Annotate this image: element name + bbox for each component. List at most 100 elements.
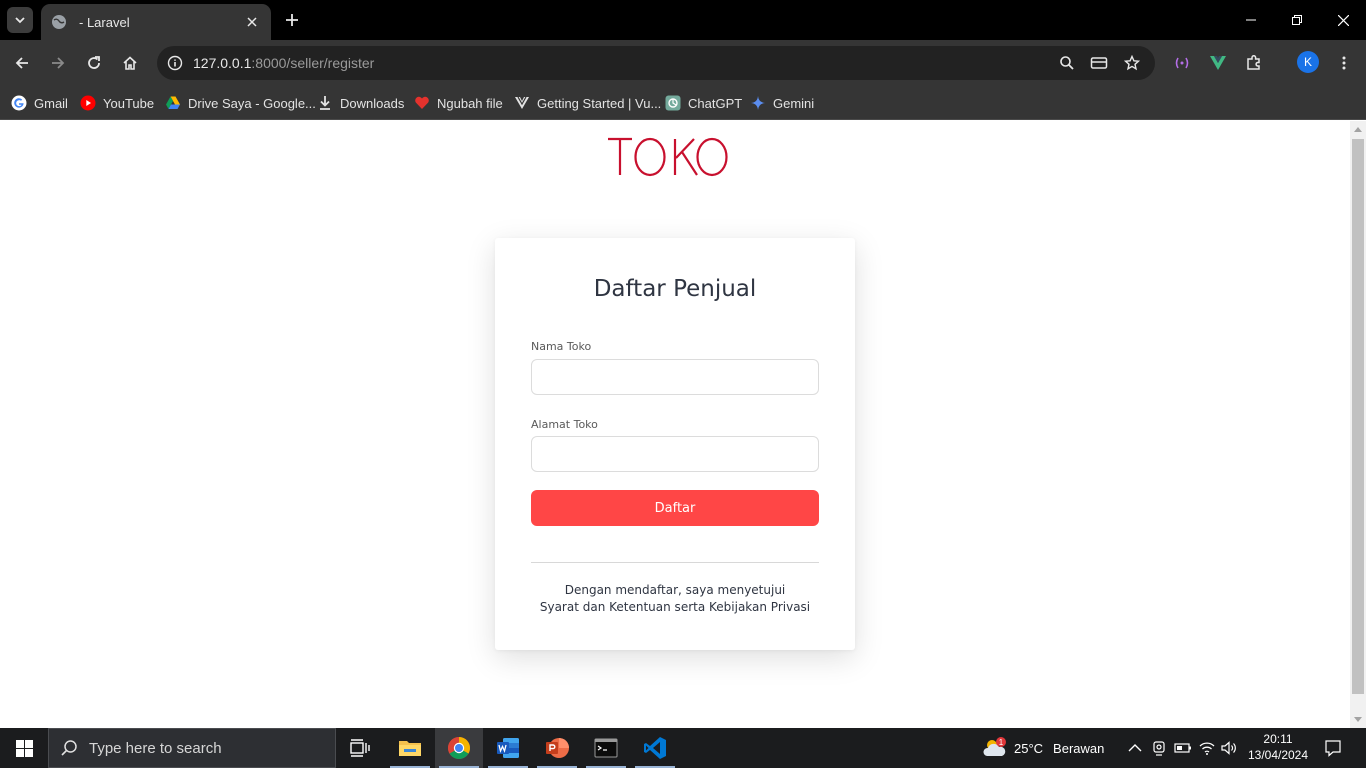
taskbar-search-box[interactable]: Type here to search xyxy=(48,728,336,768)
vue-devtools-icon[interactable] xyxy=(1204,49,1232,77)
site-info-icon[interactable] xyxy=(163,51,187,75)
bookmark-youtube[interactable]: YouTube xyxy=(80,92,154,114)
weather-cloud-icon[interactable]: 1 xyxy=(982,735,1008,761)
form-title: Daftar Penjual xyxy=(593,276,757,302)
youtube-icon xyxy=(80,95,96,111)
page-scrollbar[interactable] xyxy=(1350,121,1366,728)
taskbar-chrome[interactable] xyxy=(435,728,483,768)
taskbar-powerpoint[interactable] xyxy=(533,728,581,768)
taskbar-word[interactable] xyxy=(484,728,532,768)
url-host: 127.0.0.1 xyxy=(193,55,252,71)
arrow-left-icon xyxy=(15,57,28,69)
volume-icon[interactable] xyxy=(1219,738,1239,758)
powerpoint-icon xyxy=(546,738,569,758)
tab-strip: - Laravel xyxy=(0,0,1366,40)
google-drive-icon xyxy=(165,95,181,111)
toko-logo[interactable] xyxy=(605,131,730,181)
clock-time: 20:11 xyxy=(1263,732,1293,746)
extensions-puzzle-icon[interactable] xyxy=(1240,49,1268,77)
terminal-icon xyxy=(594,738,618,758)
windows-taskbar: Type here to search 1 25°C Berawan 20:11… xyxy=(0,728,1366,768)
bookmark-gmail[interactable]: Gmail xyxy=(11,92,68,114)
bookmark-star-icon[interactable] xyxy=(1120,51,1144,75)
browser-toolbar: 127.0.0.1:8000/seller/register K xyxy=(0,40,1366,86)
chevron-up-icon[interactable] xyxy=(1125,738,1145,758)
url-path: :8000/seller/register xyxy=(251,55,375,71)
daftar-button[interactable]: Daftar xyxy=(531,490,819,526)
gemini-icon xyxy=(750,95,766,111)
reload-icon xyxy=(88,56,100,69)
battery-icon[interactable] xyxy=(1173,738,1193,758)
tab-title: - Laravel xyxy=(79,14,130,30)
tab-search-button[interactable] xyxy=(7,7,33,33)
taskbar-file-explorer[interactable] xyxy=(386,728,434,768)
meet-now-icon[interactable] xyxy=(1149,738,1169,758)
scroll-down-arrow[interactable] xyxy=(1354,717,1362,722)
card-icon[interactable] xyxy=(1087,51,1111,75)
chatgpt-icon xyxy=(665,95,681,111)
home-button[interactable] xyxy=(116,49,144,77)
terms-link[interactable]: Syarat dan Ketentuan serta Kebijakan Pri… xyxy=(495,600,855,614)
page-viewport: Daftar Penjual Nama Toko Alamat Toko Daf… xyxy=(0,121,1350,728)
new-tab-button[interactable] xyxy=(281,9,303,31)
vuetify-icon xyxy=(514,95,530,111)
bookmark-chatgpt[interactable]: ChatGPT xyxy=(665,92,742,114)
bookmark-label: ChatGPT xyxy=(688,95,743,111)
bookmark-label: Downloads xyxy=(340,95,405,111)
plus-icon xyxy=(286,14,298,26)
back-button[interactable] xyxy=(8,49,36,77)
close-tab-icon[interactable] xyxy=(243,13,261,31)
minimize-button[interactable] xyxy=(1228,0,1274,40)
weather-widget[interactable]: 25°C Berawan xyxy=(1014,728,1104,768)
scroll-up-arrow[interactable] xyxy=(1354,127,1362,132)
profile-avatar[interactable]: K xyxy=(1297,51,1319,73)
close-icon xyxy=(1337,14,1349,26)
notification-icon[interactable] xyxy=(1323,738,1343,758)
bookmark-vuetify[interactable]: Getting Started | Vu... xyxy=(514,92,661,114)
register-card: Daftar Penjual Nama Toko Alamat Toko Daf… xyxy=(495,238,855,650)
minimize-icon xyxy=(1246,19,1256,21)
browser-tab[interactable]: - Laravel xyxy=(41,4,271,40)
bookmark-gemini[interactable]: Gemini xyxy=(750,92,814,114)
bookmark-label: Gemini xyxy=(773,95,815,111)
forward-button[interactable] xyxy=(44,49,72,77)
arrow-right-icon xyxy=(52,57,65,69)
gmail-icon xyxy=(11,95,27,111)
nama-toko-label: Nama Toko xyxy=(531,340,592,353)
bookmark-ngubah-file[interactable]: Ngubah file xyxy=(414,92,503,114)
search-placeholder: Type here to search xyxy=(89,739,222,757)
bookmark-label: Gmail xyxy=(34,95,68,111)
taskbar-terminal[interactable] xyxy=(582,728,630,768)
taskbar-vscode[interactable] xyxy=(631,728,679,768)
restore-button[interactable] xyxy=(1274,0,1320,40)
close-window-button[interactable] xyxy=(1320,0,1366,40)
reload-button[interactable] xyxy=(80,49,108,77)
globe-icon xyxy=(51,14,67,30)
weather-temp: 25°C xyxy=(1014,740,1044,756)
zoom-icon[interactable] xyxy=(1055,51,1079,75)
address-bar[interactable]: 127.0.0.1:8000/seller/register xyxy=(157,46,1155,80)
bookmark-downloads[interactable]: Downloads xyxy=(317,92,404,114)
scroll-thumb[interactable] xyxy=(1352,139,1364,694)
extension-broadcast-icon[interactable] xyxy=(1168,49,1196,77)
taskbar-clock[interactable]: 20:11 13/04/2024 xyxy=(1240,731,1316,763)
url-text[interactable]: 127.0.0.1:8000/seller/register xyxy=(193,55,374,71)
alamat-toko-input[interactable] xyxy=(531,436,819,472)
clock-date: 13/04/2024 xyxy=(1247,748,1309,762)
heart-icon xyxy=(414,95,430,111)
more-menu-icon[interactable] xyxy=(1330,49,1358,77)
terms-line-1: Dengan mendaftar, saya menyetujui xyxy=(564,583,786,597)
wifi-icon[interactable] xyxy=(1197,738,1217,758)
bookmark-label: YouTube xyxy=(103,95,155,111)
nama-toko-input[interactable] xyxy=(531,359,819,395)
chrome-icon xyxy=(448,737,470,759)
divider xyxy=(531,562,819,563)
bookmark-drive[interactable]: Drive Saya - Google... xyxy=(165,92,316,114)
vscode-icon xyxy=(644,737,666,759)
download-icon xyxy=(317,95,333,111)
weather-badge: 1 xyxy=(999,738,1004,747)
task-view-icon xyxy=(350,739,370,757)
bookmark-label: Drive Saya - Google... xyxy=(188,95,316,111)
start-button[interactable] xyxy=(0,728,48,768)
task-view-button[interactable] xyxy=(336,728,384,768)
